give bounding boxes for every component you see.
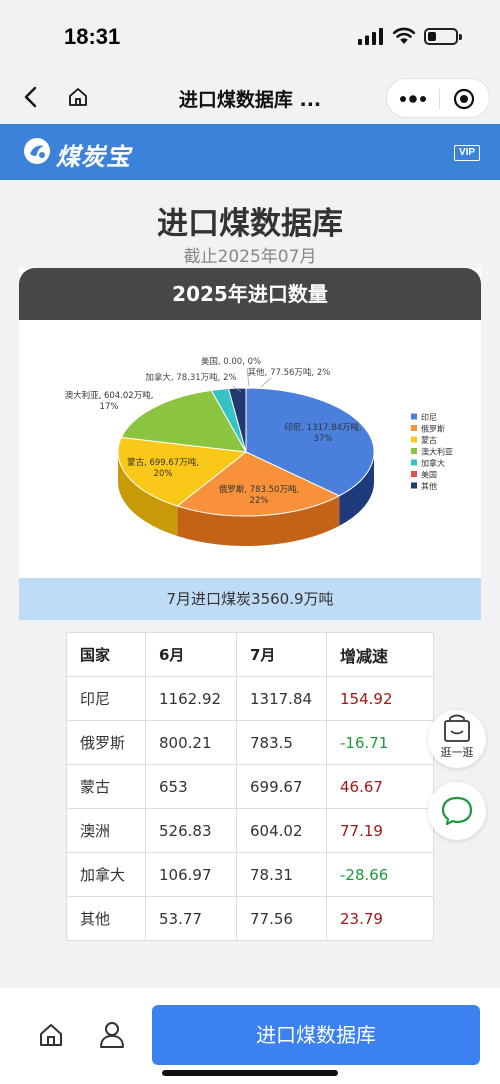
cell-june: 800.21 <box>145 720 237 765</box>
table-row: 加拿大 106.97 78.31 -28.66 <box>66 852 434 897</box>
header-country: 国家 <box>66 632 146 677</box>
browse-float-button[interactable]: 逛一逛 <box>428 710 486 768</box>
table-row: 印尼 1162.92 1317.84 154.92 <box>66 676 434 721</box>
chart-watermark: 煤炭宝 <box>416 395 470 415</box>
slice-label-俄罗斯: 俄罗斯, 783.50万吨, <box>219 484 299 495</box>
mini-program-capsule <box>386 78 490 118</box>
back-chevron-icon[interactable] <box>18 84 44 110</box>
slice-percent-澳大利亚: 17% <box>100 402 119 412</box>
tab-home-icon[interactable] <box>38 1022 64 1048</box>
table-row: 其他 53.77 77.56 23.79 <box>66 896 434 941</box>
slice-label-加拿大: 加拿大, 78.31万吨, 2% <box>145 372 236 383</box>
legend-swatch-澳大利亚 <box>411 448 417 454</box>
page-title: 进口煤数据库 <box>157 206 343 242</box>
legend-swatch-印尼 <box>411 413 417 420</box>
cell-july: 604.02 <box>236 808 327 853</box>
cell-june: 653 <box>145 764 237 809</box>
legend-label-澳大利亚: 澳大利亚 <box>421 447 453 457</box>
legend-label-其他: 其他 <box>421 481 437 491</box>
cell-country: 加拿大 <box>66 852 146 897</box>
legend-swatch-蒙古 <box>411 436 417 443</box>
page-nav-title: 进口煤数据库 ... <box>178 89 322 111</box>
cell-change: 23.79 <box>326 896 434 941</box>
cell-july: 78.31 <box>236 852 327 897</box>
table-row: 蒙古 653 699.67 46.67 <box>66 764 434 809</box>
table-header-row: 国家 6月 7月 增减速 <box>66 632 434 677</box>
status-time: 18:31 <box>64 24 121 49</box>
cell-change: 46.67 <box>326 764 434 809</box>
cell-june: 526.83 <box>145 808 237 853</box>
slice-label-其他: 其他, 77.56万吨, 2% <box>248 367 331 378</box>
cellular-signal-icon <box>358 28 383 45</box>
more-options-icon[interactable] <box>399 90 427 108</box>
brand-name: 煤炭宝 <box>56 143 131 171</box>
table-row: 俄罗斯 800.21 783.5 -16.71 <box>66 720 434 765</box>
legend-swatch-美国 <box>411 471 417 477</box>
leader-line <box>260 377 272 388</box>
header-july: 7月 <box>236 632 327 677</box>
chart-card-header: 2025年进口数量 <box>19 268 481 320</box>
chat-float-button[interactable] <box>428 782 486 840</box>
chart-card: 2025年进口数量 煤炭宝印尼, 1317.84万吨, 37% 俄罗斯, 783.5… <box>19 268 481 620</box>
cell-country: 俄罗斯 <box>66 720 146 765</box>
cell-change: -28.66 <box>326 852 434 897</box>
cell-country: 澳洲 <box>66 808 146 853</box>
slice-label-蒙古: 蒙古, 699.67万吨, <box>127 457 199 468</box>
slice-percent-蒙古: 20% <box>154 469 173 479</box>
legend-swatch-俄罗斯 <box>411 425 417 431</box>
slice-label-印尼: 印尼, 1317.84万吨, <box>284 422 361 433</box>
cell-june: 1162.92 <box>145 676 237 721</box>
cell-june: 53.77 <box>145 896 237 941</box>
home-icon[interactable] <box>66 85 90 109</box>
page-date: 截止2025年07月 <box>183 247 317 267</box>
status-bar: 18:31 <box>0 0 500 72</box>
slice-label-美国: 美国, 0.00, 0% <box>201 356 261 367</box>
legend-label-印尼: 印尼 <box>421 413 437 422</box>
close-program-icon[interactable] <box>453 88 475 110</box>
legend-swatch-其他 <box>411 482 417 489</box>
brand-logo-icon <box>24 138 50 164</box>
shopping-bag-icon <box>444 714 470 742</box>
cell-june: 106.97 <box>145 852 237 897</box>
slice-percent-印尼: 37% <box>314 434 333 444</box>
navigation-bar: 进口煤数据库 ... <box>0 72 500 124</box>
cell-change: 154.92 <box>326 676 434 721</box>
tab-profile-icon[interactable] <box>99 1021 125 1049</box>
wifi-icon <box>392 27 416 44</box>
cell-change: 77.19 <box>326 808 434 853</box>
cell-july: 699.67 <box>236 764 327 809</box>
chart-summary: 7月进口煤炭3560.9万吨 <box>19 578 481 620</box>
slice-label-澳大利亚: 澳大利亚, 604.02万吨, <box>65 390 154 401</box>
legend-label-蒙古: 蒙古 <box>421 435 437 445</box>
cell-country: 印尼 <box>66 676 146 721</box>
chat-bubble-icon <box>441 796 473 826</box>
pie-chart: 煤炭宝印尼, 1317.84万吨,37% 俄罗斯, 783.50万吨,22% 蒙古,… <box>65 356 470 546</box>
table-row: 澳洲 526.83 604.02 77.19 <box>66 808 434 853</box>
cell-july: 1317.84 <box>236 676 327 721</box>
cell-country: 其他 <box>66 896 146 941</box>
cell-change: -16.71 <box>326 720 434 765</box>
slice-percent-俄罗斯: 22% <box>250 496 269 506</box>
battery-icon <box>424 28 462 45</box>
import-table: 国家 6月 7月 增减速 印尼 1162.92 1317.84 154.92 俄… <box>66 632 434 941</box>
legend-label-加拿大: 加拿大 <box>421 458 445 468</box>
legend-label-美国: 美国 <box>421 470 437 480</box>
browse-label: 逛一逛 <box>440 746 474 759</box>
import-database-button[interactable]: 进口煤数据库 <box>152 1005 480 1065</box>
legend-swatch-加拿大 <box>411 459 417 466</box>
header-june: 6月 <box>145 632 237 677</box>
cell-country: 蒙古 <box>66 764 146 809</box>
cell-july: 783.5 <box>236 720 327 765</box>
home-indicator <box>162 1070 338 1076</box>
legend-label-俄罗斯: 俄罗斯 <box>421 424 445 434</box>
header-change: 增减速 <box>326 632 434 677</box>
cell-july: 77.56 <box>236 896 327 941</box>
brand-header: 煤炭宝 <box>0 124 500 180</box>
vip-badge[interactable]: VIP <box>454 145 480 161</box>
